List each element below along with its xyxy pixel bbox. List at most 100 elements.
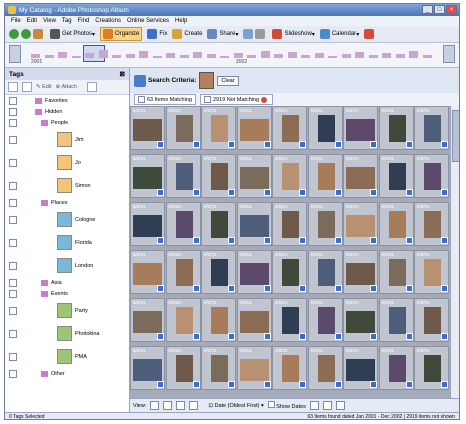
photo-thumbnail[interactable]: 6/5/01 [272, 298, 307, 342]
photo-thumbnail[interactable]: 6/5/01 [130, 106, 165, 150]
tag-london[interactable]: London [5, 255, 128, 277]
calendar-button[interactable]: Calendar ▾ [319, 28, 359, 40]
tag-checkbox[interactable] [9, 370, 17, 378]
print-icon[interactable] [255, 29, 266, 39]
photo-thumbnail[interactable]: 6/5/01 [130, 346, 165, 390]
photo-thumbnail[interactable]: 6/5/01 [165, 106, 201, 150]
slideshow-button[interactable]: Slideshow ▾ [272, 28, 315, 40]
tag-pma[interactable]: PMA [5, 346, 128, 368]
photo-thumbnail[interactable]: 6/5/01 [130, 250, 165, 294]
tag-jim[interactable]: Jim [5, 129, 128, 151]
tag-checkbox[interactable] [9, 119, 17, 127]
view-small-icon[interactable] [150, 401, 160, 410]
tag-checkbox[interactable] [9, 239, 17, 247]
photo-thumbnail[interactable]: 6/5/01 [236, 346, 272, 390]
tag-checkbox[interactable] [9, 136, 17, 144]
timeline[interactable]: 2001 2002 [5, 43, 459, 68]
share-button[interactable]: Share ▾ [207, 28, 238, 40]
photo-thumbnail[interactable]: 6/5/01 [272, 106, 307, 150]
menu-view[interactable]: View [43, 18, 56, 24]
tag-cologne[interactable]: Cologne [5, 209, 128, 231]
close-button[interactable]: × [446, 5, 457, 14]
photo-thumbnail[interactable]: 6/5/01 [378, 202, 414, 246]
photo-thumbnail[interactable]: 6/5/01 [307, 106, 343, 150]
menu-file[interactable]: File [11, 18, 21, 24]
rotate-right-icon[interactable] [322, 401, 332, 410]
tag-options-icon[interactable] [87, 82, 98, 92]
delete-icon[interactable] [335, 401, 345, 410]
menu-find[interactable]: Find [78, 18, 90, 24]
photo-thumbnail[interactable]: 6/5/01 [165, 250, 201, 294]
photo-thumbnail[interactable]: 6/5/01 [343, 202, 378, 246]
tag-jo[interactable]: Jo [5, 152, 128, 174]
photo-thumbnail[interactable]: 6/5/01 [272, 154, 307, 198]
menu-tag[interactable]: Tag [62, 18, 72, 24]
tag-checkbox[interactable] [9, 262, 17, 270]
photo-thumbnail[interactable]: 6/5/01 [236, 250, 272, 294]
matching-checkbox[interactable] [138, 96, 145, 103]
tag-checkbox[interactable] [9, 159, 17, 167]
photo-thumbnail[interactable]: 6/5/01 [343, 154, 378, 198]
photo-thumbnail[interactable]: 6/5/01 [414, 298, 449, 342]
photo-thumbnail[interactable]: 6/5/01 [201, 154, 236, 198]
photo-thumbnail[interactable]: 6/5/01 [236, 154, 272, 198]
photo-thumbnail[interactable]: 2/6/02 [272, 346, 307, 390]
organize-button[interactable]: Organize [100, 27, 143, 41]
photo-thumbnail[interactable]: 6/5/01 [307, 202, 343, 246]
photo-thumbnail[interactable]: 6/5/01 [130, 154, 165, 198]
tag-checkbox[interactable] [9, 199, 17, 207]
scrollbar-thumb[interactable] [452, 110, 459, 162]
tag-people[interactable]: People [5, 118, 128, 128]
not-matching-tab[interactable]: 2919 Not Matching [199, 94, 274, 105]
tag-checkbox[interactable] [9, 182, 17, 190]
menu-help[interactable]: Help [175, 18, 187, 24]
show-dates-toggle[interactable]: Show Dates [267, 401, 306, 410]
view-details-icon[interactable] [189, 401, 199, 410]
photo-thumbnail[interactable]: 6/5/01 [272, 202, 307, 246]
tag-checkbox[interactable] [9, 108, 17, 116]
clear-search-button[interactable]: Clear [217, 75, 239, 86]
tag-florida[interactable]: Florida [5, 232, 128, 254]
photo-thumbnail[interactable]: 6/5/01 [165, 202, 201, 246]
fix-button[interactable]: Fix [147, 28, 167, 40]
photo-thumbnail[interactable]: 6/5/01 [378, 106, 414, 150]
tag-places[interactable]: Places [5, 198, 128, 208]
photo-thumbnail[interactable]: 6/5/01 [378, 346, 414, 390]
photo-thumbnail[interactable]: 6/5/01 [130, 298, 165, 342]
photo-thumbnail[interactable]: 6/5/01 [272, 250, 307, 294]
photo-thumbnail[interactable]: 6/5/01 [414, 346, 449, 390]
photo-thumbnail[interactable]: 6/5/01 [201, 250, 236, 294]
photo-thumbnail[interactable]: 6/5/01 [236, 106, 272, 150]
tag-party[interactable]: Party [5, 300, 128, 322]
view-large-icon[interactable] [176, 401, 186, 410]
create-button[interactable]: Create [172, 28, 202, 40]
photo-thumbnail[interactable]: 6/5/01 [378, 250, 414, 294]
tag-simon[interactable]: Simon [5, 175, 128, 197]
new-category-icon[interactable] [22, 82, 32, 92]
photo-thumbnail[interactable]: 6/5/01 [307, 298, 343, 342]
tag-checkbox[interactable] [9, 330, 17, 338]
photo-thumbnail[interactable]: 6/5/01 [414, 250, 449, 294]
collapse-icon[interactable]: ⊠ [120, 70, 125, 78]
photo-thumbnail[interactable]: 6/5/01 [414, 202, 449, 246]
mail-icon[interactable] [243, 29, 254, 39]
tag-checkbox[interactable] [9, 290, 17, 298]
photo-thumbnail[interactable]: 6/5/01 [307, 154, 343, 198]
help-icon[interactable] [364, 29, 375, 39]
photo-thumbnail[interactable]: 6/5/01 [236, 202, 272, 246]
photo-thumbnail[interactable]: 6/5/01 [343, 298, 378, 342]
photo-thumbnail[interactable]: 6/5/01 [201, 298, 236, 342]
tag-checkbox[interactable] [9, 279, 17, 287]
tag-checkbox[interactable] [9, 216, 17, 224]
menu-online-services[interactable]: Online Services [127, 18, 169, 24]
menu-edit[interactable]: Edit [27, 18, 37, 24]
timeline-end-handle[interactable] [443, 45, 455, 63]
photo-thumbnail[interactable]: 6/5/01 [201, 106, 236, 150]
new-tag-icon[interactable] [8, 82, 18, 92]
view-medium-icon[interactable] [163, 401, 173, 410]
photo-thumbnail[interactable]: 6/5/01 [343, 250, 378, 294]
grid-scrollbar[interactable] [450, 106, 459, 398]
tag-photokina[interactable]: Photokina [5, 323, 128, 345]
tag-checkbox[interactable] [9, 307, 17, 315]
show-dates-checkbox[interactable] [267, 401, 275, 408]
